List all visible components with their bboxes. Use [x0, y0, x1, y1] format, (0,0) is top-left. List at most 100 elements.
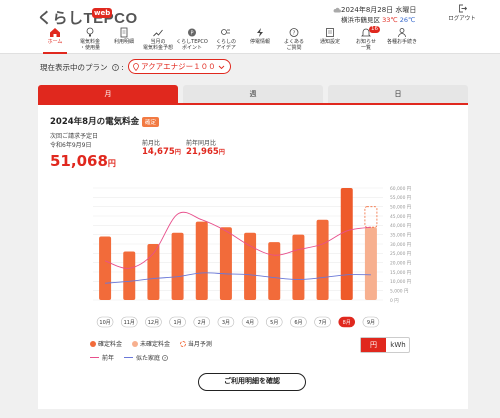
person-icon — [398, 28, 406, 38]
legend-label: 当月予測 — [187, 341, 212, 348]
logout-label: ログアウト — [448, 16, 476, 22]
nav-ideas[interactable]: くらしの アイデア — [209, 26, 243, 54]
y-tick-label: 40,000 円 — [390, 223, 412, 229]
plan-select[interactable]: アクアエナジー１００ — [128, 59, 231, 74]
info-icon[interactable]: ? — [162, 355, 168, 361]
bar-confirmed — [99, 236, 112, 300]
legend-unconfirmed: 未確定料金 — [131, 339, 170, 348]
y-tick-label: 20,000 円 — [390, 260, 412, 266]
legend-swatch — [131, 341, 138, 347]
bulb-icon — [86, 27, 94, 37]
nav-label: 電気料金 ・使用量 — [79, 39, 100, 51]
logout-icon — [458, 4, 467, 13]
y-tick-label: 60,000 円 — [390, 186, 412, 192]
nav-points[interactable]: P くらしTEPCO ポイント — [175, 26, 209, 54]
temp-high: 33℃ — [382, 16, 398, 24]
nav-label: 利用明細 — [113, 39, 134, 45]
main-nav: ホーム 電気料金 ・使用量 利用明細 当月の 電気料金予想 P くらしTEPCO… — [0, 26, 500, 54]
nav-label: くらしの アイデア — [215, 39, 236, 51]
unit-kwh-button[interactable]: kWh — [386, 338, 410, 352]
x-tick-label: 8月 — [343, 320, 351, 326]
temp-low: 26℃ — [399, 16, 416, 24]
x-tick-label: 5月 — [270, 320, 278, 326]
tab-month[interactable]: 月 — [38, 85, 178, 103]
chart-legend-lines: 前年 似た家庭 ? — [90, 353, 176, 362]
legend-similar: 似た家庭 ? — [123, 353, 168, 362]
info-icon[interactable]: ? — [112, 64, 119, 71]
x-tick-label: 2月 — [198, 320, 206, 326]
y-tick-label: 5,000 円 — [390, 288, 409, 294]
y-tick-label: 25,000 円 — [390, 251, 412, 257]
nav-outage[interactable]: 停電情報 — [243, 26, 277, 54]
y-tick-label: 0 円 — [390, 298, 399, 304]
legend-label: 未確定料金 — [139, 341, 170, 348]
bar-confirmed — [219, 227, 232, 300]
x-tick-label: 1月 — [173, 320, 181, 326]
legend-label: 確定料金 — [98, 341, 123, 348]
notice-count-badge: 16 — [369, 26, 380, 33]
plan-label-text: 現在表示中のプラン — [40, 63, 108, 72]
nav-notification-settings[interactable]: 通知設定 — [313, 26, 347, 54]
legend-swatch — [90, 341, 96, 347]
bar-confirmed — [340, 188, 353, 300]
unit-yen-button[interactable]: 円 — [361, 338, 386, 352]
nav-label: ホーム — [47, 39, 63, 45]
idea-icon — [221, 29, 230, 35]
svg-text:?: ? — [164, 356, 166, 361]
bill-summary-card: 2024年8月の電気料金 確定 次回ご請求予定日 令和6年9月9日 51,068… — [38, 103, 468, 409]
colon: : — [121, 63, 124, 72]
brand-web-badge: web — [92, 8, 113, 18]
bar-confirmed — [244, 232, 257, 300]
brand-logo[interactable]: くらしTEPCO — [37, 7, 138, 28]
nav-label: よくある ご質問 — [283, 39, 304, 51]
point-icon: P — [188, 28, 196, 37]
nav-forecast[interactable]: 当月の 電気料金予想 — [141, 26, 175, 54]
nav-label: 各種お手続き — [386, 39, 417, 45]
tab-week[interactable]: 週 — [183, 85, 323, 103]
legend-swatch — [90, 356, 99, 358]
chevron-down-icon — [218, 65, 225, 70]
x-tick-label: 9月 — [367, 320, 375, 326]
period-tabs: 月 週 日 — [38, 85, 468, 103]
x-tick-label: 11月 — [124, 320, 135, 326]
chart-legend-bars: 確定料金 未確定料金 当月予測 — [90, 339, 220, 348]
view-statement-button[interactable]: ご利用明細を確認 — [198, 373, 306, 391]
x-tick-label: 6月 — [294, 320, 302, 326]
nav-statement[interactable]: 利用明細 — [107, 26, 141, 54]
nav-label: 当月の 電気料金予想 — [142, 39, 173, 51]
x-tick-label: 3月 — [222, 320, 230, 326]
plan-value: アクアエナジー１００ — [141, 62, 216, 71]
nav-procedures[interactable]: 各種お手続き — [382, 26, 422, 54]
tab-day[interactable]: 日 — [328, 85, 468, 103]
nav-faq[interactable]: ? よくある ご質問 — [277, 26, 311, 54]
x-tick-label: 12月 — [148, 320, 159, 326]
x-tick-label: 7月 — [318, 320, 326, 326]
legend-label: 前年 — [102, 355, 115, 362]
bar-forecast — [364, 206, 378, 228]
location-pin-icon — [133, 63, 139, 71]
y-tick-label: 55,000 円 — [390, 195, 412, 201]
trend-icon — [153, 29, 163, 37]
unit-toggle: 円 kWh — [360, 337, 410, 353]
bar-confirmed — [268, 242, 281, 300]
y-tick-label: 30,000 円 — [390, 242, 412, 248]
legend-swatch — [123, 356, 133, 358]
bar-confirmed — [123, 251, 136, 300]
bar-confirmed — [147, 244, 160, 300]
y-tick-label: 45,000 円 — [390, 214, 412, 220]
plan-label: 現在表示中のプラン ? : — [40, 62, 124, 73]
bar-confirmed — [195, 221, 208, 300]
bar-unconfirmed — [364, 227, 377, 300]
y-tick-label: 35,000 円 — [390, 232, 412, 238]
logout-button[interactable]: ログアウト — [448, 4, 476, 22]
bolt-icon — [257, 28, 263, 37]
nav-notices[interactable]: 16 お知らせ 一覧 — [349, 26, 383, 54]
location-name: 横浜市鶴見区 — [341, 16, 380, 24]
cloud-icon — [333, 7, 341, 13]
legend-swatch — [179, 341, 186, 347]
weather-location: 横浜市鶴見区 33℃ 26℃ — [341, 14, 415, 24]
nav-usage[interactable]: 電気料金 ・使用量 — [73, 26, 107, 54]
y-tick-label: 50,000 円 — [390, 204, 412, 210]
svg-text:P: P — [190, 31, 193, 37]
nav-home[interactable]: ホーム — [38, 26, 72, 54]
